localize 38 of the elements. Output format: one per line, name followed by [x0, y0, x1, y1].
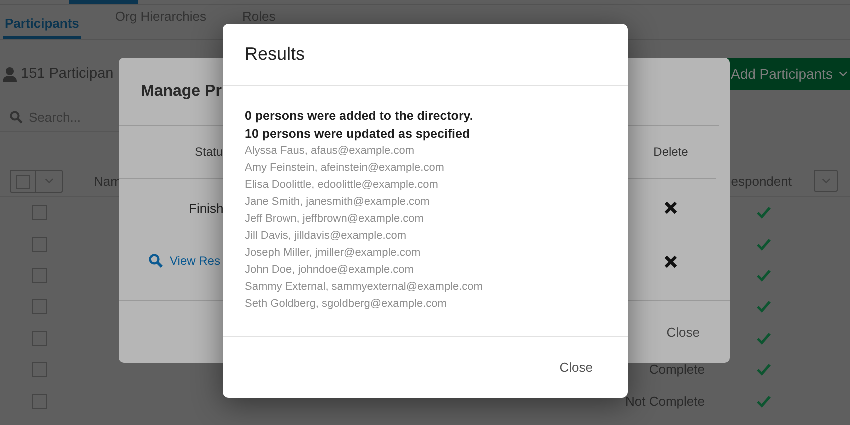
close-button[interactable]: Close: [662, 320, 704, 344]
person-entry: Seth Goldberg, sgoldberg@example.com: [245, 297, 448, 312]
row-checkbox[interactable]: [32, 205, 47, 220]
caret-icon: [44, 178, 54, 184]
person-entry: Amy Feinstein, afeinstein@example.com: [245, 161, 446, 176]
status-text: Finish: [189, 200, 224, 216]
summary-text: 0 persons were added to the directory.: [245, 108, 474, 125]
delete-icon[interactable]: [664, 201, 678, 215]
person-entry: Jane Smith, janesmith@example.com: [245, 195, 431, 210]
person-entry: Jeff Brown, jeffbrown@example.com: [245, 212, 425, 227]
row-checkbox[interactable]: [32, 299, 47, 314]
select-all-control[interactable]: [10, 170, 63, 192]
column-header: Delete: [654, 145, 688, 159]
column-menu-button[interactable]: [814, 170, 838, 192]
row-checkbox[interactable]: [32, 330, 47, 346]
tab[interactable]: Participants: [3, 5, 82, 39]
person-entry: John Doe, johndoe@example.com: [245, 263, 415, 278]
caret-icon: [822, 178, 830, 184]
row-checkbox[interactable]: [32, 268, 47, 283]
row-checkbox[interactable]: [32, 236, 47, 252]
row-checkbox[interactable]: [32, 362, 47, 378]
dialog-title: Results: [223, 24, 628, 86]
tab-indicator: [69, 0, 138, 4]
search-icon: [149, 254, 163, 268]
caret-icon: [838, 71, 848, 77]
delete-icon[interactable]: [664, 255, 678, 269]
column-header: Statu: [195, 145, 224, 159]
person-entry: Alyssa Faus, afaus@example.com: [245, 144, 416, 159]
person-entry: Elisa Doolittle, edoolittle@example.com: [245, 178, 440, 193]
person-entry: Joseph Miller, jmiller@example.com: [245, 246, 422, 261]
close-button[interactable]: Close: [556, 356, 597, 379]
person-entry: Sammy External, sammyexternal@example.com: [245, 280, 484, 295]
person-icon: [3, 66, 17, 82]
search-icon: [10, 110, 23, 124]
summary-text: 10 persons were updated as specified: [245, 126, 472, 143]
person-entry: Jill Davis, jilldavis@example.com: [245, 229, 408, 244]
row-checkbox[interactable]: [32, 394, 47, 409]
view-results-link[interactable]: View Res: [149, 254, 220, 268]
